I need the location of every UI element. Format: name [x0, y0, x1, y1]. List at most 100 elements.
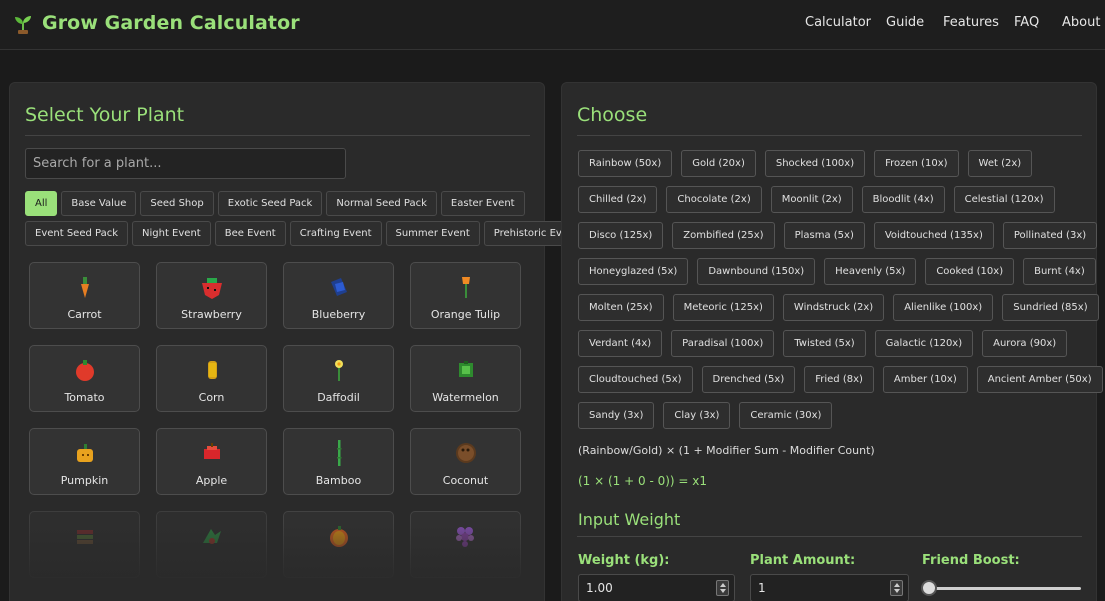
modifier-plasma[interactable]: Plasma (5x): [783, 222, 865, 249]
filter-all[interactable]: All: [25, 191, 58, 216]
plant-card-orange-tulip[interactable]: Orange Tulip: [410, 262, 521, 329]
modifier-celestial[interactable]: Celestial (120x): [953, 186, 1055, 213]
plant-card-carrot[interactable]: Carrot: [29, 262, 140, 329]
watermelon-icon: [453, 357, 479, 383]
modifier-gold[interactable]: Gold (20x): [681, 150, 756, 177]
modifier-shocked[interactable]: Shocked (100x): [764, 150, 866, 177]
modifier-dawnbound[interactable]: Dawnbound (150x): [697, 258, 816, 285]
modifier-row: Sandy (3x) Clay (3x) Ceramic (30x): [578, 402, 1083, 429]
nav-faq[interactable]: FAQ: [1014, 15, 1039, 30]
modifier-ancient-amber[interactable]: Ancient Amber (50x): [976, 366, 1103, 393]
brand[interactable]: Grow Garden Calculator: [12, 11, 300, 35]
modifier-clay[interactable]: Clay (3x): [663, 402, 731, 429]
modifier-row: Verdant (4x) Paradisal (100x) Twisted (5x)…: [578, 330, 1083, 357]
plant-card-apple[interactable]: Apple: [156, 428, 267, 495]
modifier-twisted[interactable]: Twisted (5x): [783, 330, 866, 357]
modifier-disco[interactable]: Disco (125x): [578, 222, 664, 249]
modifier-bloodlit[interactable]: Bloodlit (4x): [861, 186, 945, 213]
modifier-cooked[interactable]: Cooked (10x): [925, 258, 1015, 285]
plant-amount-value: 1: [758, 581, 766, 595]
plant-card-label: Blueberry: [311, 308, 366, 321]
modifier-rainbow[interactable]: Rainbow (50x): [578, 150, 673, 177]
modifier-honeyglazed[interactable]: Honeyglazed (5x): [578, 258, 689, 285]
nav-guide[interactable]: Guide: [886, 15, 924, 30]
daffodil-icon: [326, 357, 352, 383]
plant-card-bamboo[interactable]: Bamboo: [283, 428, 394, 495]
modifier-amber[interactable]: Amber (10x): [882, 366, 968, 393]
plant-card-label: Pumpkin: [60, 474, 109, 487]
filter-easter-event[interactable]: Easter Event: [440, 191, 525, 216]
filter-night-event[interactable]: Night Event: [132, 221, 211, 246]
plant-card-tomato[interactable]: Tomato: [29, 345, 140, 412]
modifier-meteoric[interactable]: Meteoric (125x): [672, 294, 774, 321]
plant-card-coconut[interactable]: Coconut: [410, 428, 521, 495]
modifier-row: Chilled (2x) Chocolate (2x) Moonlit (2x) Bl…: [578, 186, 1083, 213]
bamboo-icon: [326, 440, 352, 466]
modifier-panel-title: Choose: [577, 104, 648, 126]
modifier-buttons: Rainbow (50x) Gold (20x) Shocked (100x) Fro…: [578, 150, 1103, 438]
plant-card-strawberry[interactable]: Strawberry: [156, 262, 267, 329]
filter-base-value[interactable]: Base Value: [61, 191, 137, 216]
weight-value: 1.00: [586, 581, 613, 595]
modifier-aurora[interactable]: Aurora (90x): [982, 330, 1068, 357]
nav-about[interactable]: About: [1062, 15, 1100, 30]
plant-amount-label: Plant Amount:: [750, 553, 856, 568]
modifier-pollinated[interactable]: Pollinated (3x): [1002, 222, 1098, 249]
modifier-moonlit[interactable]: Moonlit (2x): [770, 186, 853, 213]
modifier-row: Cloudtouched (5x) Drenched (5x) Fried (8x)…: [578, 366, 1103, 393]
modifier-heavenly[interactable]: Heavenly (5x): [824, 258, 917, 285]
plant-card-daffodil[interactable]: Daffodil: [283, 345, 394, 412]
divider: [577, 135, 1082, 136]
blueberry-icon: [326, 274, 352, 300]
modifier-row: Rainbow (50x) Gold (20x) Shocked (100x) Fro…: [578, 150, 1083, 177]
friend-boost-label: Friend Boost:: [922, 553, 1020, 568]
formula-result: (1 × (1 + 0 - 0)) = x1: [578, 474, 708, 488]
plant-search-input[interactable]: [25, 148, 346, 179]
modifier-molten[interactable]: Molten (25x): [578, 294, 664, 321]
modifier-fried[interactable]: Fried (8x): [804, 366, 874, 393]
modifier-windstruck[interactable]: Windstruck (2x): [782, 294, 885, 321]
modifier-burnt[interactable]: Burnt (4x): [1023, 258, 1096, 285]
weight-label: Weight (kg):: [578, 553, 670, 568]
modifier-ceramic[interactable]: Ceramic (30x): [739, 402, 833, 429]
filter-summer-event[interactable]: Summer Event: [385, 221, 480, 246]
filter-exotic-seed-pack[interactable]: Exotic Seed Pack: [217, 191, 323, 216]
weight-spinner[interactable]: [716, 580, 729, 596]
modifier-frozen[interactable]: Frozen (10x): [874, 150, 959, 177]
modifier-voidtouched[interactable]: Voidtouched (135x): [873, 222, 994, 249]
modifier-zombified[interactable]: Zombified (25x): [672, 222, 775, 249]
filter-normal-seed-pack[interactable]: Normal Seed Pack: [326, 191, 437, 216]
modifier-paradisal[interactable]: Paradisal (100x): [671, 330, 775, 357]
plant-card-label: Coconut: [442, 474, 489, 487]
modifier-chilled[interactable]: Chilled (2x): [578, 186, 658, 213]
filter-bee-event[interactable]: Bee Event: [214, 221, 286, 246]
modifier-verdant[interactable]: Verdant (4x): [578, 330, 663, 357]
modifier-drenched[interactable]: Drenched (5x): [701, 366, 796, 393]
friend-boost-slider-thumb[interactable]: [921, 580, 937, 596]
corn-icon: [199, 357, 225, 383]
coconut-icon: [453, 440, 479, 466]
modifier-sandy[interactable]: Sandy (3x): [578, 402, 655, 429]
modifier-chocolate[interactable]: Chocolate (2x): [666, 186, 762, 213]
modifier-cloudtouched[interactable]: Cloudtouched (5x): [578, 366, 693, 393]
modifier-galactic[interactable]: Galactic (120x): [874, 330, 974, 357]
filter-event-seed-pack[interactable]: Event Seed Pack: [25, 221, 129, 246]
friend-boost-slider-track[interactable]: [924, 587, 1081, 590]
plant-amount-input[interactable]: 1: [750, 574, 909, 601]
nav-features[interactable]: Features: [943, 15, 999, 30]
plant-card-watermelon[interactable]: Watermelon: [410, 345, 521, 412]
plant-card-pumpkin[interactable]: Pumpkin: [29, 428, 140, 495]
modifier-wet[interactable]: Wet (2x): [967, 150, 1033, 177]
plant-amount-spinner[interactable]: [890, 580, 903, 596]
plant-card-label: Daffodil: [317, 391, 360, 404]
nav-calculator[interactable]: Calculator: [805, 15, 871, 30]
strawberry-icon: [199, 274, 225, 300]
plant-card-corn[interactable]: Corn: [156, 345, 267, 412]
weight-input[interactable]: 1.00: [578, 574, 735, 601]
filter-seed-shop[interactable]: Seed Shop: [140, 191, 214, 216]
modifier-panel: Choose Rainbow (50x) Gold (20x) Shocked (1…: [561, 82, 1103, 601]
modifier-alienlike[interactable]: Alienlike (100x): [893, 294, 994, 321]
plant-card-blueberry[interactable]: Blueberry: [283, 262, 394, 329]
filter-crafting-event[interactable]: Crafting Event: [289, 221, 382, 246]
modifier-sundried[interactable]: Sundried (85x): [1002, 294, 1099, 321]
